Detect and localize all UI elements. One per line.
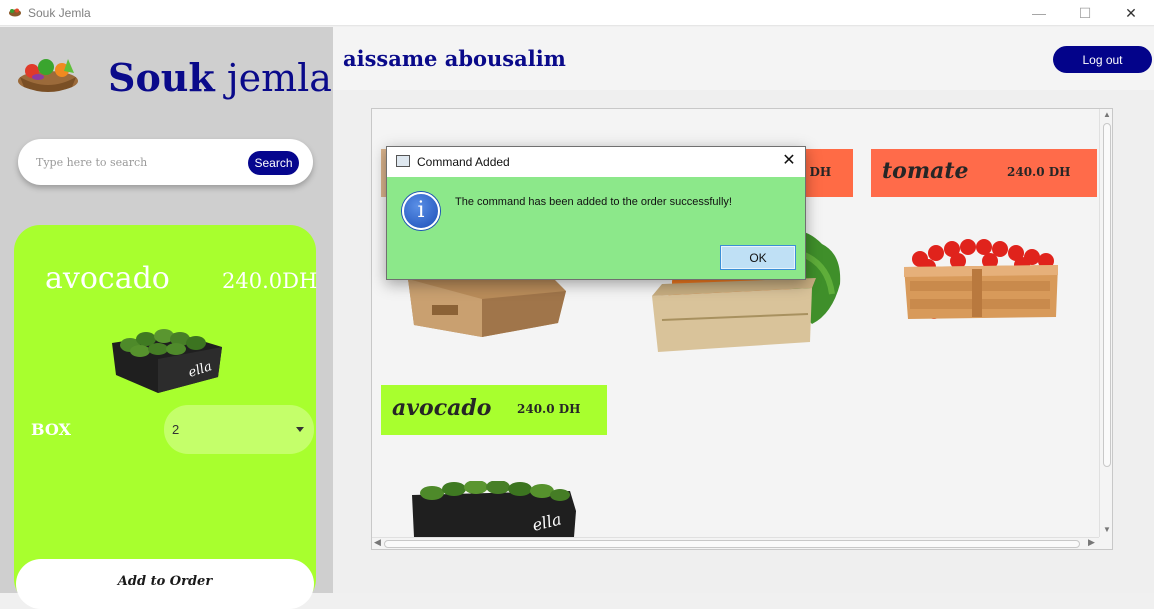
product-name: tomate — [882, 158, 969, 184]
vegetable-basket-logo-icon — [18, 59, 78, 92]
horizontal-scrollbar-thumb[interactable] — [384, 540, 1080, 548]
header: aissame abousalim Log out — [333, 27, 1154, 90]
scroll-down-icon[interactable]: ▼ — [1103, 525, 1111, 534]
maximize-button[interactable]: ☐ — [1062, 0, 1108, 26]
vertical-scrollbar-thumb[interactable] — [1103, 123, 1111, 467]
sidebar: Souk jemla Search avocado 240.0DH ella B… — [0, 27, 333, 609]
horizontal-scrollbar[interactable]: ◀ ▶ — [372, 537, 1099, 549]
window-title: Souk Jemla — [28, 6, 91, 20]
unit-label: BOX — [31, 420, 71, 439]
ok-button[interactable]: OK — [720, 245, 796, 270]
product-detail-name: avocado — [45, 261, 170, 296]
chevron-down-icon — [296, 427, 304, 432]
brand-title: Souk jemla — [108, 55, 332, 100]
search-bar: Search — [18, 139, 313, 185]
product-banner[interactable]: tomate 240.0 DH — [871, 149, 1097, 197]
dialog-close-button[interactable]: ✕ — [779, 151, 799, 171]
brand-title-rest: jemla — [226, 56, 332, 100]
window-icon — [396, 155, 410, 167]
vertical-scrollbar[interactable]: ▲ ▼ — [1099, 109, 1112, 537]
window-titlebar: Souk Jemla — ☐ ✕ — [0, 0, 1154, 26]
search-button[interactable]: Search — [248, 151, 299, 175]
app-logo-icon — [9, 8, 21, 17]
product-price: 240.0 DH — [517, 402, 581, 416]
avocado-box-image[interactable]: ella — [410, 481, 578, 537]
dialog-titlebar[interactable]: Command Added ✕ — [387, 147, 805, 177]
add-to-order-button[interactable]: Add to Order — [16, 559, 314, 609]
scroll-up-icon[interactable]: ▲ — [1103, 110, 1111, 119]
product-detail-price: 240.0DH — [222, 269, 318, 293]
product-detail-card: avocado 240.0DH ella BOX 2 — [14, 225, 318, 605]
dialog-title: Command Added — [417, 155, 510, 169]
info-icon: i — [402, 192, 440, 230]
scroll-right-icon[interactable]: ▶ — [1088, 537, 1095, 548]
command-added-dialog: Command Added ✕ i The command has been a… — [386, 146, 806, 280]
product-name: avocado — [392, 395, 492, 421]
product-price: 240.0 DH — [1007, 165, 1071, 179]
logout-button[interactable]: Log out — [1053, 46, 1152, 73]
quantity-value: 2 — [172, 422, 180, 437]
avocado-box-image: ella — [112, 329, 222, 393]
close-window-button[interactable]: ✕ — [1108, 0, 1154, 26]
brand-title-bold: Souk — [108, 55, 215, 100]
dialog-message: The command has been added to the order … — [455, 196, 732, 208]
quantity-select[interactable]: 2 — [164, 405, 314, 454]
minimize-button[interactable]: — — [1016, 0, 1062, 26]
add-to-order-label: Add to Order — [117, 574, 213, 589]
search-input[interactable] — [36, 151, 236, 173]
scroll-left-icon[interactable]: ◀ — [374, 537, 381, 548]
product-banner[interactable]: avocado 240.0 DH — [381, 385, 607, 435]
tomato-crate-image[interactable] — [898, 229, 1064, 325]
user-name: aissame abousalim — [343, 46, 566, 71]
